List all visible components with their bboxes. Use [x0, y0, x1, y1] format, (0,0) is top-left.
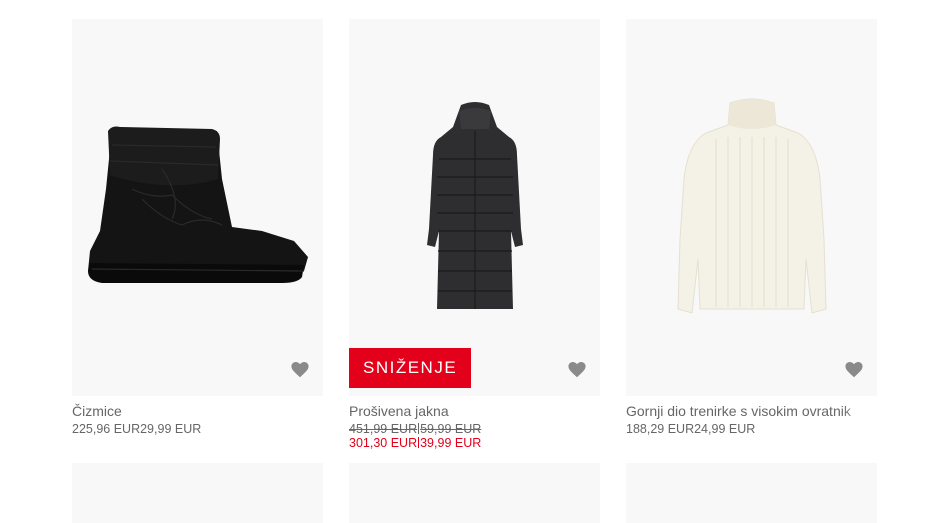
wishlist-heart-icon[interactable] [568, 362, 586, 378]
price-primary: 301,30 EUR [349, 436, 418, 450]
price-secondary: 29,99 EUR [140, 422, 202, 436]
product-card-partial[interactable] [72, 463, 323, 523]
wishlist-heart-icon[interactable] [845, 362, 863, 378]
product-card[interactable]: Čizmice 225,96 EUR29,99 EUR [72, 19, 323, 436]
price-primary: 188,29 EUR [626, 422, 695, 436]
sale-price: 301,30 EUR 39,99 EUR [349, 436, 600, 450]
product-name[interactable]: Gornji dio trenirke s visokim ovratnik [626, 402, 877, 420]
price-primary: 225,96 EUR [72, 422, 141, 436]
product-price: 225,96 EUR29,99 EUR [72, 422, 323, 436]
product-image-box[interactable] [626, 19, 877, 396]
turtleneck-sweater-image [677, 98, 827, 314]
product-price: 188,29 EUR24,99 EUR [626, 422, 877, 436]
product-card[interactable]: Gornji dio trenirke s visokim ovratnik 1… [626, 19, 877, 436]
price-secondary: 59,99 EUR [420, 422, 482, 436]
product-name[interactable]: Prošivena jakna [349, 402, 600, 420]
price-divider [418, 423, 420, 434]
product-image-box[interactable]: SNIŽENJE [349, 19, 600, 396]
snow-boot-image [88, 126, 308, 283]
price-primary: 451,99 EUR [349, 422, 418, 436]
wishlist-heart-icon[interactable] [291, 362, 309, 378]
product-card[interactable]: SNIŽENJE Prošivena jakna 451,99 EUR 59,99… [349, 19, 600, 450]
product-name[interactable]: Čizmice [72, 402, 323, 420]
product-image-box[interactable] [72, 19, 323, 396]
product-card-partial[interactable] [349, 463, 600, 523]
puffer-coat-image [427, 102, 523, 309]
price-divider [418, 437, 420, 448]
product-card-partial[interactable] [626, 463, 877, 523]
price-secondary: 39,99 EUR [420, 436, 482, 450]
original-price: 451,99 EUR 59,99 EUR [349, 422, 600, 436]
price-secondary: 24,99 EUR [694, 422, 756, 436]
sale-badge: SNIŽENJE [349, 348, 472, 388]
